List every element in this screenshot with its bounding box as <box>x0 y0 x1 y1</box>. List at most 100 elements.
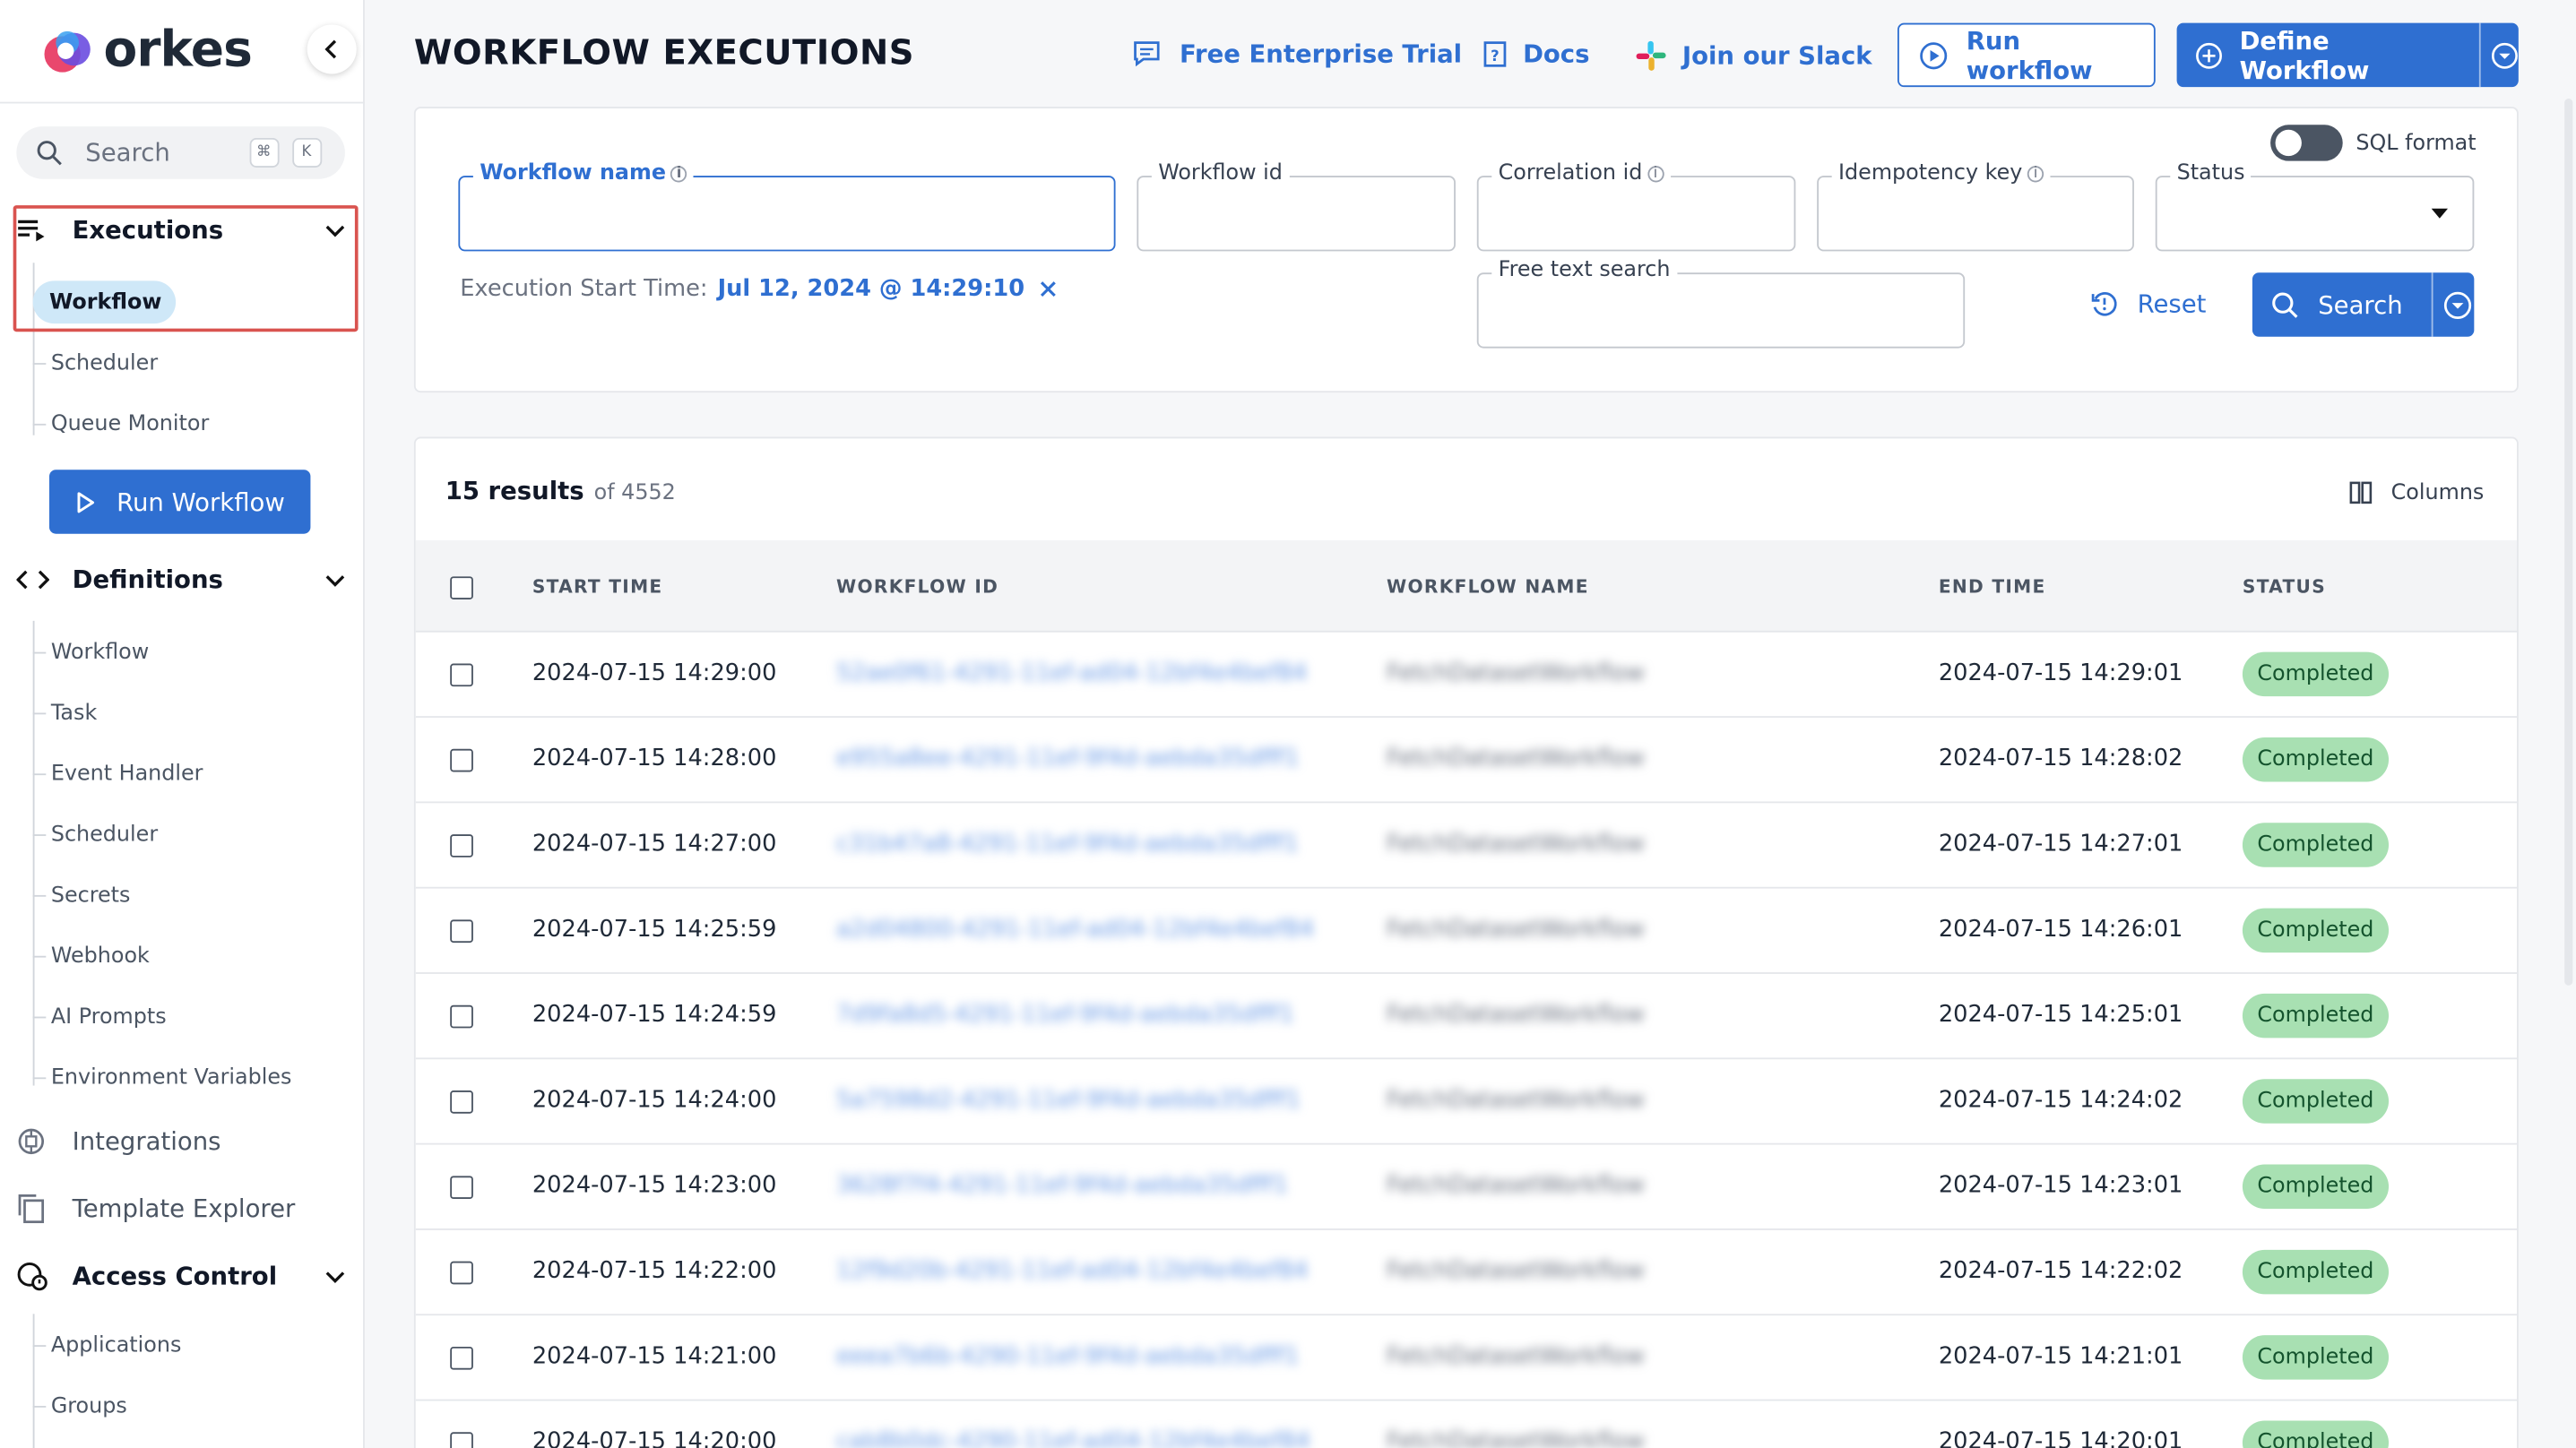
sql-format-toggle[interactable] <box>2270 125 2343 161</box>
cell-workflow-id-link[interactable]: 5a7598d2-4291-11ef-9f4d-aebda35dfff1 <box>836 1087 1301 1113</box>
start-time-value[interactable]: Jul 12, 2024 @ 14:29:10 <box>718 276 1025 302</box>
define-workflow-label: Define Workflow <box>2239 25 2370 85</box>
row-checkbox[interactable] <box>450 1176 473 1200</box>
sidebar-divider <box>0 101 365 104</box>
cell-start-time: 2024-07-15 14:21:00 <box>532 1343 777 1370</box>
cell-workflow-id-link[interactable]: a2d04800-4291-11ef-ad04-12bf4e4bef84 <box>836 917 1314 943</box>
row-checkbox[interactable] <box>450 663 473 687</box>
chat-icon <box>1134 41 1160 67</box>
orkes-logo-icon <box>39 20 99 79</box>
search-button[interactable]: Search <box>2252 272 2475 337</box>
free-text-search-label: Free text search <box>1491 257 1677 283</box>
sidebar-item-event-handler[interactable]: Event Handler <box>51 762 203 786</box>
sidebar-item-executions-scheduler[interactable]: Scheduler <box>51 351 158 375</box>
columns-button[interactable]: Columns <box>2348 479 2484 505</box>
docs-label: Docs <box>1523 39 1590 69</box>
sidebar-section-template-explorer[interactable]: Template Explorer <box>16 1193 345 1226</box>
cell-workflow-id-link[interactable]: 12f9d20b-4291-11ef-ad04-12bf4e4bef84 <box>836 1258 1309 1284</box>
reset-button[interactable]: Reset <box>2089 289 2206 319</box>
slack-link[interactable]: Join our Slack <box>1635 39 1872 73</box>
cell-workflow-id-link[interactable]: c31b47a8-4291-11ef-9f4d-aebda35dfff1 <box>836 831 1299 857</box>
tree-tick <box>32 834 47 836</box>
column-header-end-time[interactable]: END TIME <box>1939 576 2046 598</box>
idempotency-key-label: Idempotency key i <box>1831 160 2051 186</box>
cell-workflow-id-link[interactable]: cab8b0dc-4290-11ef-ad04-12bf4e4bef84 <box>836 1429 1310 1448</box>
free-text-search-input[interactable] <box>1476 272 1966 349</box>
row-checkbox[interactable] <box>450 1261 473 1285</box>
sidebar-item-definitions-scheduler[interactable]: Scheduler <box>51 823 158 847</box>
workflow-id-input[interactable] <box>1137 176 1456 252</box>
dropdown-circle-icon[interactable] <box>2490 40 2519 70</box>
cell-end-time: 2024-07-15 14:26:01 <box>1938 916 2183 944</box>
free-trial-link[interactable]: Free Enterprise Trial <box>1132 39 1462 69</box>
clear-start-time-icon[interactable] <box>1038 280 1058 299</box>
sidebar-item-queue-monitor[interactable]: Queue Monitor <box>51 412 209 436</box>
table-row[interactable]: 2024-07-15 14:21:00 eeea7b6b-4290-11ef-9f… <box>415 1315 2518 1401</box>
table-row[interactable]: 2024-07-15 14:24:00 5a7598d2-4291-11ef-9f… <box>415 1059 2518 1145</box>
sidebar-item-secrets[interactable]: Secrets <box>51 883 131 908</box>
table-row[interactable]: 2024-07-15 14:22:00 12f9d20b-4291-11ef-ad… <box>415 1230 2518 1316</box>
cell-start-time: 2024-07-15 14:23:00 <box>532 1172 777 1200</box>
cell-workflow-id-link[interactable]: eeea7b6b-4290-11ef-9f4d-aebda35dfff1 <box>836 1343 1300 1369</box>
sidebar-section-integrations[interactable]: Integrations <box>16 1126 345 1156</box>
page-scrollbar[interactable] <box>2564 98 2573 986</box>
dropdown-circle-icon[interactable] <box>2442 290 2472 320</box>
cell-end-time: 2024-07-15 14:21:01 <box>1938 1343 2183 1370</box>
tree-tick <box>32 1405 47 1408</box>
info-icon: i <box>1647 165 1664 182</box>
status-badge: Completed <box>2242 1079 2389 1124</box>
sidebar-item-webhook[interactable]: Webhook <box>51 944 150 969</box>
sidebar-run-workflow-button[interactable]: Run Workflow <box>48 470 311 534</box>
idempotency-key-input[interactable] <box>1817 176 2134 252</box>
sidebar-item-environment-variables[interactable]: Environment Variables <box>51 1066 292 1090</box>
results-count-label: 15 results <box>445 476 584 506</box>
row-checkbox[interactable] <box>450 1432 473 1448</box>
table-row[interactable]: 2024-07-15 14:25:59 a2d04800-4291-11ef-ad… <box>415 889 2518 974</box>
sidebar-item-task[interactable]: Task <box>51 702 97 726</box>
chevron-down-icon <box>325 1271 345 1283</box>
search-icon <box>37 141 62 166</box>
sidebar-item-definitions-workflow[interactable]: Workflow <box>51 641 149 665</box>
table-row[interactable]: 2024-07-15 14:29:00 52ae0f61-4291-11ef-ad… <box>415 633 2518 718</box>
select-all-checkbox[interactable] <box>450 576 473 600</box>
table-row[interactable]: 2024-07-15 14:20:00 cab8b0dc-4290-11ef-ad… <box>416 1401 2517 1448</box>
code-brackets-icon <box>16 570 49 590</box>
row-checkbox[interactable] <box>450 1090 473 1114</box>
header-run-workflow-button[interactable]: Run workflow <box>1897 22 2156 88</box>
row-checkbox[interactable] <box>450 919 473 944</box>
cell-workflow-id-link[interactable]: 7d9fa8d5-4291-11ef-9f4d-aebda35dfff1 <box>836 1002 1294 1028</box>
table-row[interactable]: 2024-07-15 14:28:00 e955a8ee-4291-11ef-9f… <box>415 718 2518 804</box>
cell-workflow-id-link[interactable]: e955a8ee-4291-11ef-9f4d-aebda35dfff1 <box>836 746 1300 771</box>
column-header-status[interactable]: STATUS <box>2243 576 2326 598</box>
define-workflow-button[interactable]: Define Workflow <box>2176 22 2519 88</box>
sidebar-search[interactable]: Search ⌘ K <box>16 126 345 179</box>
sidebar-section-definitions[interactable]: Definitions <box>16 565 345 595</box>
cell-end-time: 2024-07-15 14:29:01 <box>1938 659 2183 687</box>
sidebar-item-ai-prompts[interactable]: AI Prompts <box>51 1005 167 1030</box>
status-badge: Completed <box>2242 1249 2389 1295</box>
slack-icon <box>1636 40 1666 71</box>
cell-workflow-id-link[interactable]: 52ae0f61-4291-11ef-ad04-12bf4e4bef84 <box>836 660 1307 686</box>
row-checkbox[interactable] <box>450 1346 473 1370</box>
table-row[interactable]: 2024-07-15 14:24:59 7d9fa8d5-4291-11ef-9f… <box>415 974 2518 1060</box>
row-checkbox[interactable] <box>450 748 473 772</box>
collapse-sidebar-button[interactable] <box>307 24 357 74</box>
column-header-workflow-name[interactable]: WORKFLOW NAME <box>1387 576 1589 598</box>
sidebar-item-applications[interactable]: Applications <box>51 1333 182 1358</box>
sidebar-section-access-control[interactable]: Access Control <box>16 1260 345 1293</box>
docs-link[interactable]: ? Docs <box>1482 39 1589 69</box>
orkes-logo[interactable]: orkes <box>39 20 253 79</box>
cell-workflow-id-link[interactable]: 3628f7f4-4291-11ef-9f4d-aebda35dfff1 <box>836 1173 1288 1199</box>
status-select[interactable] <box>2155 176 2475 252</box>
table-row[interactable]: 2024-07-15 14:27:00 c31b47a8-4291-11ef-9f… <box>415 803 2518 889</box>
workflow-name-input[interactable] <box>458 176 1116 252</box>
sql-format-label: SQL format <box>2356 131 2477 157</box>
cell-workflow-name: FetchDatasetWorkflow <box>1386 916 1645 944</box>
table-row[interactable]: 2024-07-15 14:23:00 3628f7f4-4291-11ef-9f… <box>415 1145 2518 1230</box>
row-checkbox[interactable] <box>450 834 473 858</box>
row-checkbox[interactable] <box>450 1004 473 1029</box>
column-header-start-time[interactable]: START TIME <box>532 576 663 598</box>
column-header-workflow-id[interactable]: WORKFLOW ID <box>836 576 998 598</box>
correlation-id-input[interactable] <box>1476 176 1796 252</box>
sidebar-item-groups[interactable]: Groups <box>51 1394 127 1418</box>
